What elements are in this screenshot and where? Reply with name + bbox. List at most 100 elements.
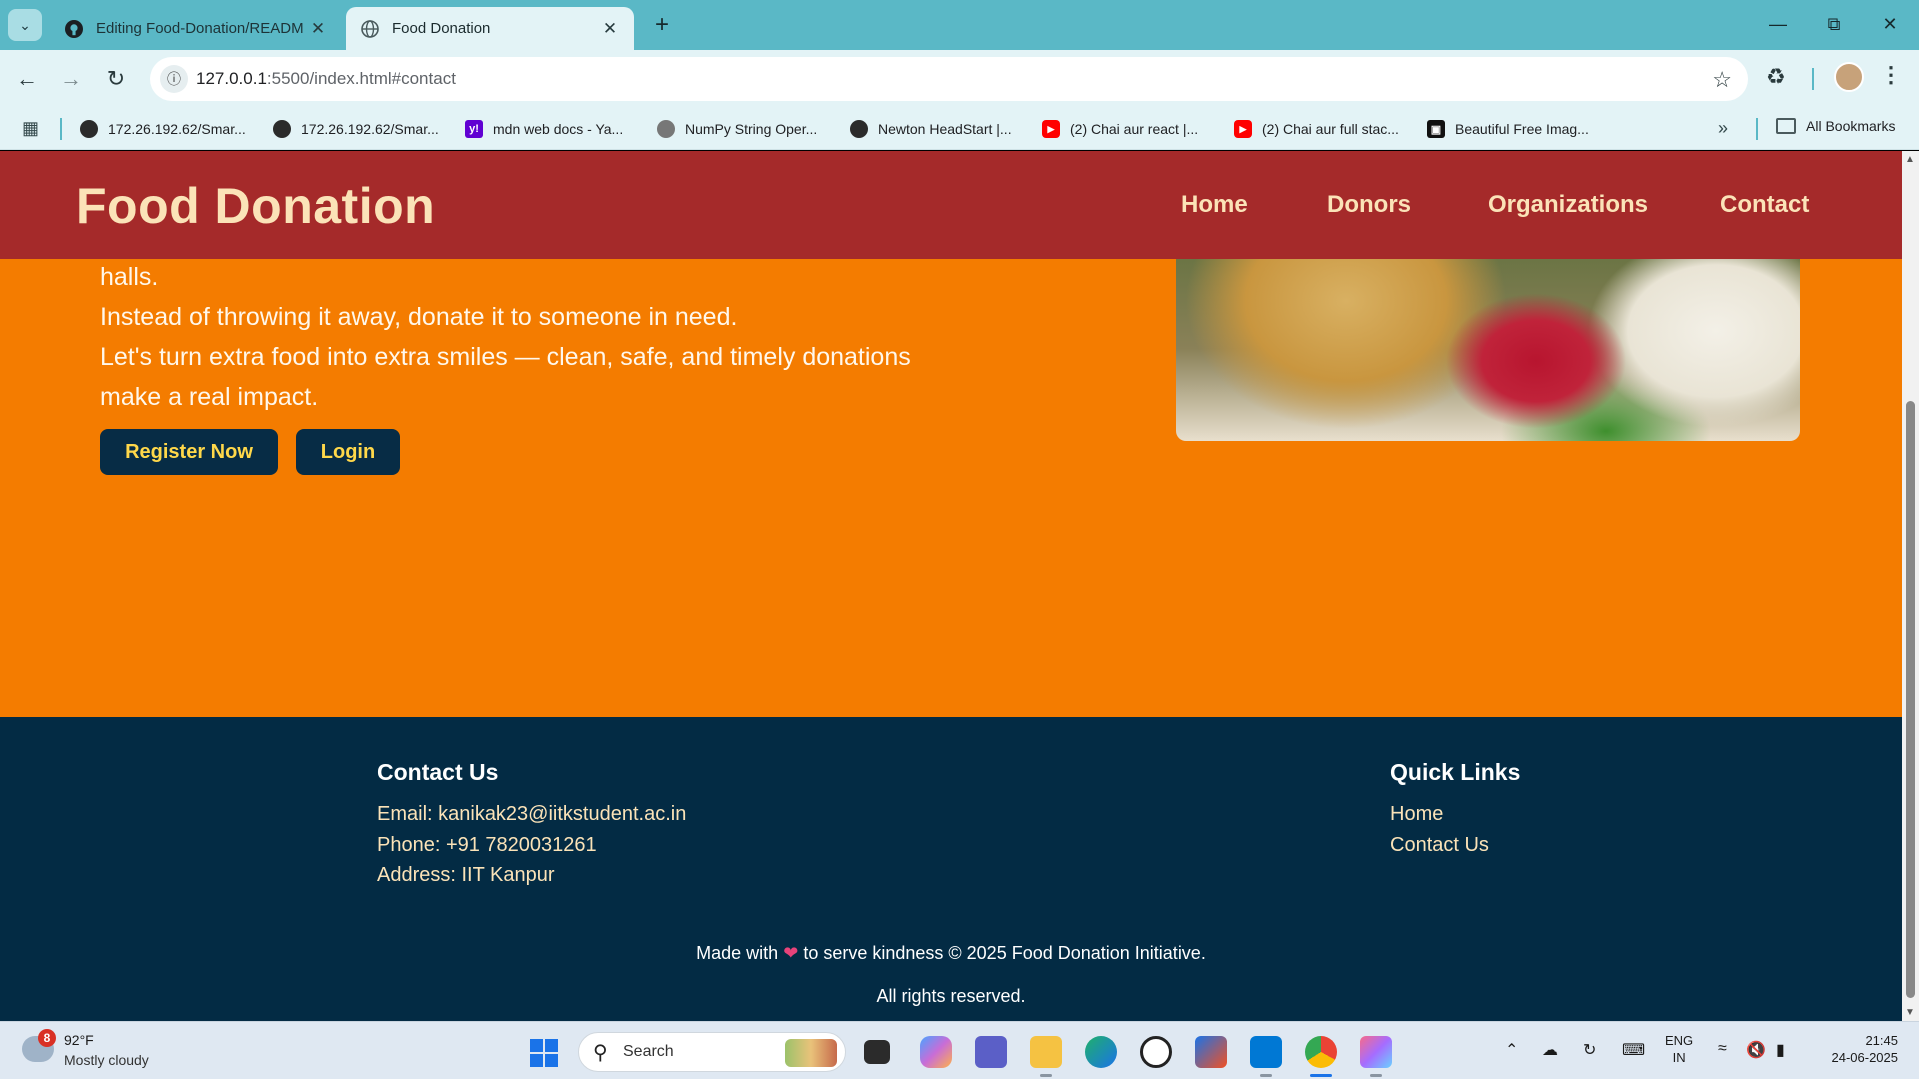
back-icon[interactable]: ← (12, 64, 42, 94)
window-close-icon[interactable]: ✕ (1862, 8, 1918, 40)
nav-donors[interactable]: Donors (1327, 191, 1411, 219)
hero-text-line: Instead of throwing it away, donate it t… (100, 303, 738, 331)
toolbar-divider (1812, 68, 1814, 90)
bookmark-label: 172.26.192.62/Smar... (301, 121, 439, 137)
page-viewport: Food Donation Home Donors Organizations … (0, 151, 1902, 1021)
bookmark-label: 172.26.192.62/Smar... (108, 121, 246, 137)
new-tab-button[interactable]: + (648, 12, 676, 40)
forward-icon[interactable]: → (56, 64, 86, 94)
bookmark-item[interactable]: y! mdn web docs - Ya... (465, 118, 623, 140)
url-text[interactable]: 127.0.0.1:5500/index.html#contact (196, 69, 456, 89)
hero-text-line: halls. (100, 263, 159, 291)
site-info-icon[interactable]: ⓘ (160, 65, 188, 93)
weather-badge: 8 (38, 1029, 56, 1047)
bookmark-label: (2) Chai aur full stac... (1262, 121, 1399, 137)
copilot-icon[interactable] (920, 1036, 952, 1068)
restore-icon[interactable]: ⧉ (1806, 8, 1862, 40)
weather-description[interactable]: Mostly cloudy (64, 1052, 149, 1068)
site-header: Food Donation Home Donors Organizations … (0, 151, 1902, 259)
register-now-button[interactable]: Register Now (100, 429, 278, 475)
globe-icon (80, 120, 98, 138)
footer-link-contact[interactable]: Contact Us (1390, 834, 1489, 857)
show-hidden-icons[interactable]: ⌃ (1505, 1040, 1518, 1060)
yahoo-icon: y! (465, 120, 483, 138)
language-indicator[interactable]: ENG IN (1665, 1032, 1693, 1066)
taskbar-search[interactable]: ⚲ Search (578, 1032, 846, 1072)
windows-taskbar: 8 92°F Mostly cloudy ⚲ Search ⌃ ☁ ↻ ⌨ EN… (0, 1021, 1919, 1079)
profile-avatar[interactable] (1834, 62, 1864, 92)
bookmark-label: Beautiful Free Imag... (1455, 121, 1589, 137)
bookmark-item[interactable]: ▶ (2) Chai aur full stac... (1234, 118, 1399, 140)
page-scrollbar[interactable]: ▲ ▼ (1902, 151, 1919, 1021)
tab-title: Editing Food-Donation/READM (96, 20, 304, 37)
teams-icon[interactable] (975, 1036, 1007, 1068)
bookmark-item[interactable]: 172.26.192.62/Smar... (273, 118, 439, 140)
bookmark-star-icon[interactable]: ☆ (1712, 67, 1732, 93)
battery-icon[interactable]: ▮ (1776, 1040, 1785, 1060)
unsplash-icon: ▣ (1427, 120, 1445, 138)
nav-contact[interactable]: Contact (1720, 191, 1809, 219)
address-bar[interactable]: ⓘ 127.0.0.1:5500/index.html#contact ☆ (150, 57, 1748, 101)
windows-start-icon[interactable] (530, 1039, 558, 1067)
made-with-text: Made with (696, 943, 779, 963)
keyboard-icon[interactable]: ⌨ (1622, 1040, 1645, 1060)
scroll-up-icon[interactable]: ▲ (1905, 154, 1915, 165)
contact-address: Address: IIT Kanpur (377, 864, 555, 886)
active-indicator (1310, 1074, 1332, 1077)
file-explorer-icon[interactable] (1030, 1036, 1062, 1068)
running-indicator (1260, 1074, 1272, 1077)
clock-date: 24-06-2025 (1831, 1050, 1899, 1065)
nav-organizations[interactable]: Organizations (1488, 191, 1648, 219)
task-view-icon[interactable] (864, 1040, 890, 1064)
tab-search-button[interactable]: ⌄ (8, 9, 42, 41)
bookmark-label: Newton HeadStart |... (878, 121, 1012, 137)
youtube-icon: ▶ (1042, 120, 1060, 138)
snipping-tool-icon[interactable] (1360, 1036, 1392, 1068)
numpy-icon (657, 120, 675, 138)
browser-tab-strip: ⌄ Editing Food-Donation/READM ✕ Food Don… (0, 0, 1919, 50)
nav-home[interactable]: Home (1181, 191, 1248, 219)
edge-icon[interactable] (1085, 1036, 1117, 1068)
speaker-muted-icon[interactable]: 🔇 (1746, 1040, 1766, 1060)
globe-icon (273, 120, 291, 138)
chrome-icon[interactable] (1305, 1036, 1337, 1068)
reload-icon[interactable]: ↻ (101, 64, 131, 94)
system-clock[interactable]: 21:45 24-06-2025 (1818, 1032, 1899, 1066)
weather-temperature[interactable]: 92°F (64, 1032, 94, 1048)
minimize-icon[interactable]: — (1750, 8, 1806, 40)
close-icon[interactable]: ✕ (600, 19, 620, 39)
scrollbar-thumb[interactable] (1906, 401, 1915, 998)
onedrive-icon[interactable]: ☁ (1542, 1040, 1558, 1060)
globe-icon (360, 19, 380, 39)
sync-icon[interactable]: ↻ (1583, 1040, 1596, 1060)
login-button[interactable]: Login (296, 429, 400, 475)
menu-kebab-icon[interactable]: ⋮ (1880, 62, 1902, 88)
wifi-icon[interactable]: ≈ (1718, 1040, 1727, 1058)
globe-icon (850, 120, 868, 138)
extensions-icon[interactable]: ♻ (1766, 64, 1786, 90)
hero-text-line: Let's turn extra food into extra smiles … (100, 343, 911, 411)
tab-title: Food Donation (392, 20, 491, 37)
vscode-icon[interactable] (1250, 1036, 1282, 1068)
all-bookmarks-button[interactable]: All Bookmarks (1776, 118, 1895, 134)
bookmark-item[interactable]: NumPy String Oper... (657, 118, 817, 140)
contact-phone: Phone: +91 7820031261 (377, 834, 597, 856)
footer-link-home[interactable]: Home (1390, 803, 1443, 826)
bookmark-item[interactable]: Newton HeadStart |... (850, 118, 1012, 140)
close-icon[interactable]: ✕ (308, 19, 328, 39)
bookmark-item[interactable]: ▣ Beautiful Free Imag... (1427, 118, 1589, 140)
bookmark-item[interactable]: ▶ (2) Chai aur react |... (1042, 118, 1198, 140)
browser-toolbar: ← → ↻ ⓘ 127.0.0.1:5500/index.html#contac… (0, 50, 1919, 108)
bookmark-label: NumPy String Oper... (685, 121, 818, 137)
dell-icon[interactable] (1140, 1036, 1172, 1068)
tab-readme[interactable]: Editing Food-Donation/READM ✕ (50, 7, 342, 50)
tab-food-donation[interactable]: Food Donation ✕ (346, 7, 634, 50)
bookmark-item[interactable]: 172.26.192.62/Smar... (80, 118, 246, 140)
scroll-down-icon[interactable]: ▼ (1905, 1007, 1915, 1018)
more-bookmarks-icon[interactable]: » (1718, 118, 1728, 139)
apps-grid-icon[interactable]: ▦ (22, 118, 39, 139)
clock-time: 21:45 (1865, 1033, 1898, 1048)
running-indicator (1370, 1074, 1382, 1077)
site-brand[interactable]: Food Donation (76, 177, 435, 235)
microsoft-store-icon[interactable] (1195, 1036, 1227, 1068)
